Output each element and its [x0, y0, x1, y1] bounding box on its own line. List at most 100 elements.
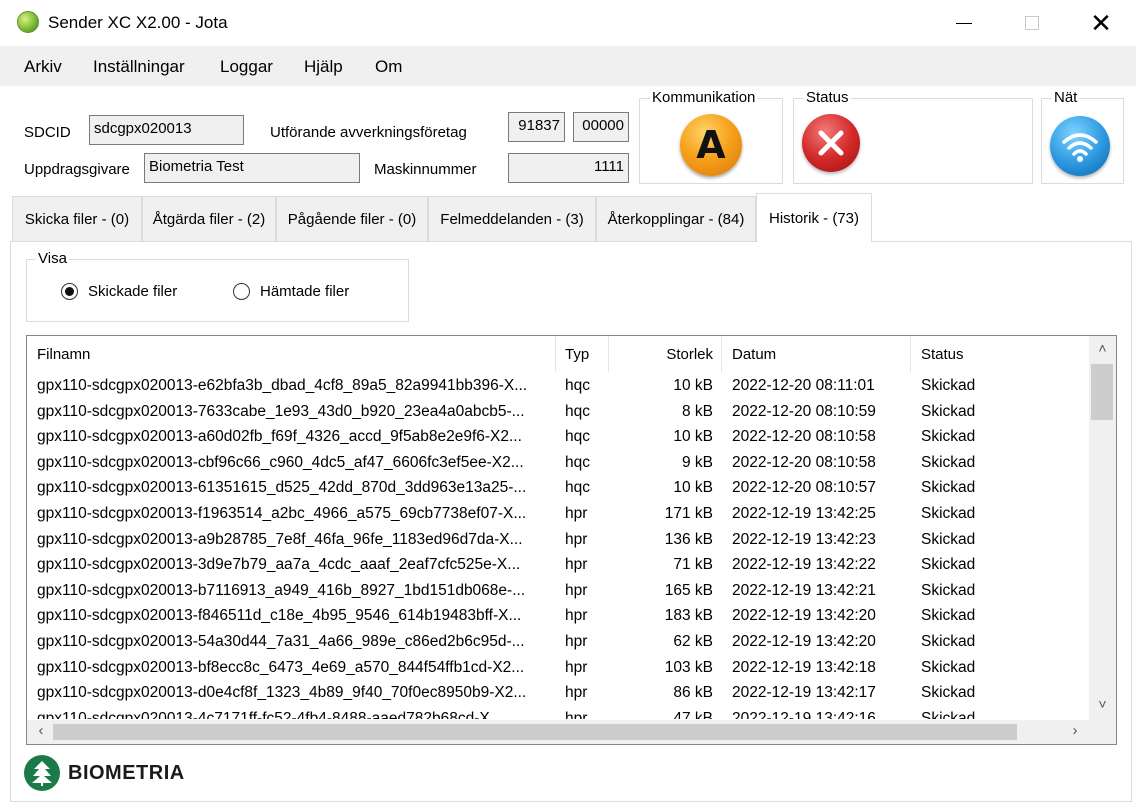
- app-icon: [17, 11, 39, 33]
- cell-datum: 2022-12-20 08:10:59: [732, 402, 876, 420]
- table-row[interactable]: gpx110-sdcgpx020013-54a30d44_7a31_4a66_9…: [27, 630, 1089, 656]
- cell-status: Skickad: [921, 453, 976, 471]
- cell-typ: hpr: [565, 709, 588, 719]
- cell-storlek: 47 kB: [673, 709, 713, 719]
- maskinnummer-label: Maskinnummer: [374, 161, 477, 178]
- cell-datum: 2022-12-20 08:11:01: [732, 377, 875, 394]
- cell-storlek: 103 kB: [664, 658, 713, 676]
- close-button[interactable]: ✕: [1072, 0, 1130, 46]
- cell-status: Skickad: [921, 632, 976, 650]
- cell-filnamn: gpx110-sdcgpx020013-b7116913_a949_416b_8…: [37, 581, 526, 599]
- radio-skickade-filer[interactable]: [61, 283, 78, 300]
- tab-atgarda-filer[interactable]: Åtgärda filer - (2): [142, 196, 276, 242]
- logo-text: BIOMETRIA: [68, 761, 185, 784]
- scroll-up-icon[interactable]: ˄: [1089, 336, 1116, 360]
- vertical-scroll-thumb[interactable]: [1091, 364, 1113, 420]
- cell-storlek: 183 kB: [664, 607, 713, 625]
- tab-pagaende-filer[interactable]: Pågående filer - (0): [276, 196, 428, 242]
- table-row[interactable]: gpx110-sdcgpx020013-a60d02fb_f69f_4326_a…: [27, 425, 1089, 451]
- column-typ[interactable]: Typ: [556, 336, 609, 372]
- cell-filnamn: gpx110-sdcgpx020013-a9b28785_7e8f_46fa_9…: [37, 530, 523, 548]
- table-row[interactable]: gpx110-sdcgpx020013-d0e4cf8f_1323_4b89_9…: [27, 681, 1089, 707]
- cell-typ: hpr: [565, 632, 588, 650]
- status-label: Status: [804, 89, 851, 106]
- menu-arkiv[interactable]: Arkiv: [24, 57, 62, 77]
- cell-storlek: 62 kB: [673, 632, 713, 650]
- uppdragsgivare-field[interactable]: Biometria Test: [144, 153, 360, 183]
- minimize-button[interactable]: [935, 0, 993, 46]
- table-row[interactable]: gpx110-sdcgpx020013-f1963514_a2bc_4966_a…: [27, 502, 1089, 528]
- column-filnamn[interactable]: Filnamn: [27, 336, 556, 372]
- cell-datum: 2022-12-19 13:42:22: [732, 556, 876, 574]
- scroll-down-icon[interactable]: ˅: [1089, 692, 1116, 716]
- history-table[interactable]: Filnamn Typ Storlek Datum Status gpx110-…: [26, 335, 1117, 745]
- cell-status: Skickad: [921, 709, 976, 719]
- tab-aterkopplingar[interactable]: Återkopplingar - (84): [596, 196, 756, 242]
- cell-typ: hpr: [565, 530, 588, 548]
- radio-hamtade-filer[interactable]: [233, 283, 250, 300]
- tab-historik[interactable]: Historik - (73): [756, 193, 872, 242]
- menu-bar: Arkiv Inställningar Loggar Hjälp Om: [0, 46, 1136, 86]
- scroll-left-icon[interactable]: ‹: [29, 722, 53, 739]
- cell-filnamn: gpx110-sdcgpx020013-bf8ecc8c_6473_4e69_a…: [37, 658, 525, 676]
- cell-status: Skickad: [921, 479, 976, 497]
- skickade-filer-label[interactable]: Skickade filer: [88, 283, 177, 300]
- horizontal-scroll-thumb[interactable]: [53, 724, 1017, 740]
- utforande-field-1[interactable]: 91837: [508, 112, 565, 142]
- cell-datum: 2022-12-20 08:10:58: [732, 428, 876, 446]
- table-row[interactable]: gpx110-sdcgpx020013-cbf96c66_c960_4dc5_a…: [27, 451, 1089, 477]
- cell-filnamn: gpx110-sdcgpx020013-54a30d44_7a31_4a66_9…: [37, 632, 525, 650]
- table-row[interactable]: gpx110-sdcgpx020013-7633cabe_1e93_43d0_b…: [27, 400, 1089, 426]
- cell-filnamn: gpx110-sdcgpx020013-e62bfa3b_dbad_4cf8_8…: [37, 377, 528, 394]
- column-status[interactable]: Status: [911, 336, 1089, 372]
- menu-hjalp[interactable]: Hjälp: [304, 57, 343, 77]
- cell-filnamn: gpx110-sdcgpx020013-61351615_d525_42dd_8…: [37, 479, 527, 497]
- vertical-scrollbar[interactable]: ˄ ˅: [1089, 336, 1116, 720]
- table-row[interactable]: gpx110-sdcgpx020013-e62bfa3b_dbad_4cf8_8…: [27, 374, 1089, 400]
- tab-skicka-filer[interactable]: Skicka filer - (0): [12, 196, 142, 242]
- maximize-button[interactable]: [1003, 0, 1061, 46]
- cell-filnamn: gpx110-sdcgpx020013-3d9e7b79_aa7a_4cdc_a…: [37, 556, 521, 574]
- title-bar: Sender XC X2.00 - Jota ✕: [0, 0, 1136, 46]
- scroll-right-icon[interactable]: ›: [1063, 722, 1087, 739]
- hamtade-filer-label[interactable]: Hämtade filer: [260, 283, 349, 300]
- cell-datum: 2022-12-19 13:42:16: [732, 709, 876, 719]
- table-row[interactable]: gpx110-sdcgpx020013-a9b28785_7e8f_46fa_9…: [27, 528, 1089, 554]
- cell-filnamn: gpx110-sdcgpx020013-a60d02fb_f69f_4326_a…: [37, 428, 522, 446]
- cell-filnamn: gpx110-sdcgpx020013-f846511d_c18e_4b95_9…: [37, 607, 522, 625]
- menu-installningar[interactable]: Inställningar: [93, 57, 185, 77]
- maskinnummer-field[interactable]: 1111: [508, 153, 629, 183]
- cell-datum: 2022-12-19 13:42:18: [732, 658, 876, 676]
- utforande-field-2[interactable]: 00000: [573, 112, 629, 142]
- tab-felmeddelanden[interactable]: Felmeddelanden - (3): [428, 196, 596, 242]
- table-row[interactable]: gpx110-sdcgpx020013-4c7171ff-fc52-4fb4-8…: [27, 707, 1089, 719]
- table-row[interactable]: gpx110-sdcgpx020013-61351615_d525_42dd_8…: [27, 476, 1089, 502]
- cell-storlek: 165 kB: [664, 581, 713, 599]
- utforande-label: Utförande avverkningsföretag: [270, 124, 467, 141]
- menu-loggar[interactable]: Loggar: [220, 57, 273, 77]
- table-row[interactable]: gpx110-sdcgpx020013-3d9e7b79_aa7a_4cdc_a…: [27, 553, 1089, 579]
- sdcid-label: SDCID: [24, 124, 71, 141]
- tree-icon: [24, 755, 60, 791]
- table-row[interactable]: gpx110-sdcgpx020013-bf8ecc8c_6473_4e69_a…: [27, 656, 1089, 682]
- horizontal-scrollbar[interactable]: ‹ ›: [27, 720, 1116, 744]
- cell-typ: hqc: [565, 402, 590, 420]
- menu-om[interactable]: Om: [375, 57, 402, 77]
- cell-filnamn: gpx110-sdcgpx020013-d0e4cf8f_1323_4b89_9…: [37, 684, 527, 702]
- cell-storlek: 8 kB: [681, 402, 713, 420]
- cell-datum: 2022-12-19 13:42:20: [732, 632, 876, 650]
- column-storlek[interactable]: Storlek: [609, 336, 722, 372]
- table-row[interactable]: gpx110-sdcgpx020013-b7116913_a949_416b_8…: [27, 579, 1089, 605]
- column-datum[interactable]: Datum: [722, 336, 911, 372]
- cell-status: Skickad: [921, 428, 976, 446]
- table-body: gpx110-sdcgpx020013-e62bfa3b_dbad_4cf8_8…: [27, 374, 1089, 719]
- cell-filnamn: gpx110-sdcgpx020013-f1963514_a2bc_4966_a…: [37, 504, 527, 522]
- kommunikation-label: Kommunikation: [650, 89, 758, 106]
- wifi-icon: [1050, 116, 1110, 176]
- sdcid-field[interactable]: sdcgpx020013: [89, 115, 244, 145]
- table-row[interactable]: gpx110-sdcgpx020013-f846511d_c18e_4b95_9…: [27, 604, 1089, 630]
- cell-filnamn: gpx110-sdcgpx020013-4c7171ff-fc52-4fb4-8…: [37, 709, 503, 719]
- cell-typ: hqc: [565, 479, 590, 497]
- cell-datum: 2022-12-20 08:10:58: [732, 453, 876, 471]
- cell-typ: hpr: [565, 658, 588, 676]
